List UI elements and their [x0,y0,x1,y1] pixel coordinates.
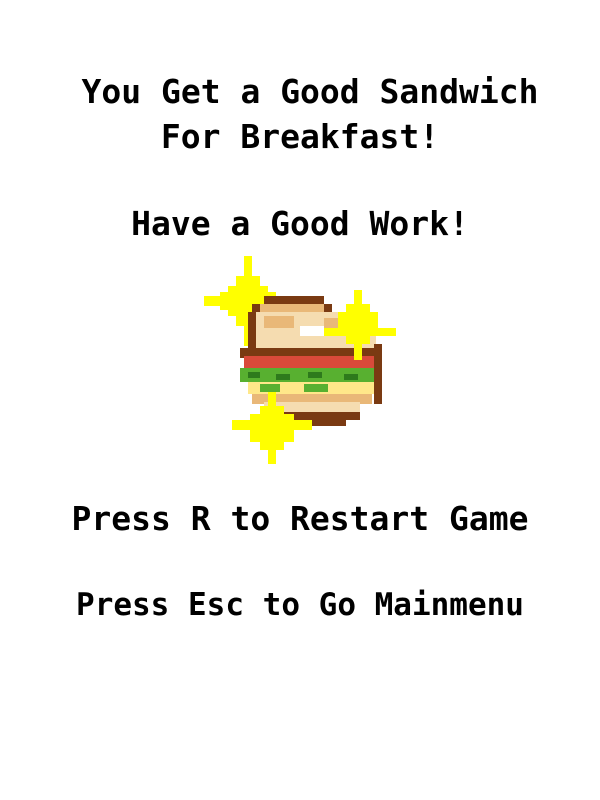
sandwich-icon [204,256,396,464]
result-title-line-1: You Get a Good Sandwich [81,72,539,111]
result-subtitle: Have a Good Work! [131,204,469,243]
result-title-line-2: For Breakfast! [160,117,440,156]
game-over-screen: You Get a Good Sandwich For Breakfast! H… [0,0,600,800]
restart-hint: Press R to Restart Game [71,499,529,538]
sandwich-sprite [204,256,400,468]
mainmenu-hint: Press Esc to Go Mainmenu [76,587,524,623]
